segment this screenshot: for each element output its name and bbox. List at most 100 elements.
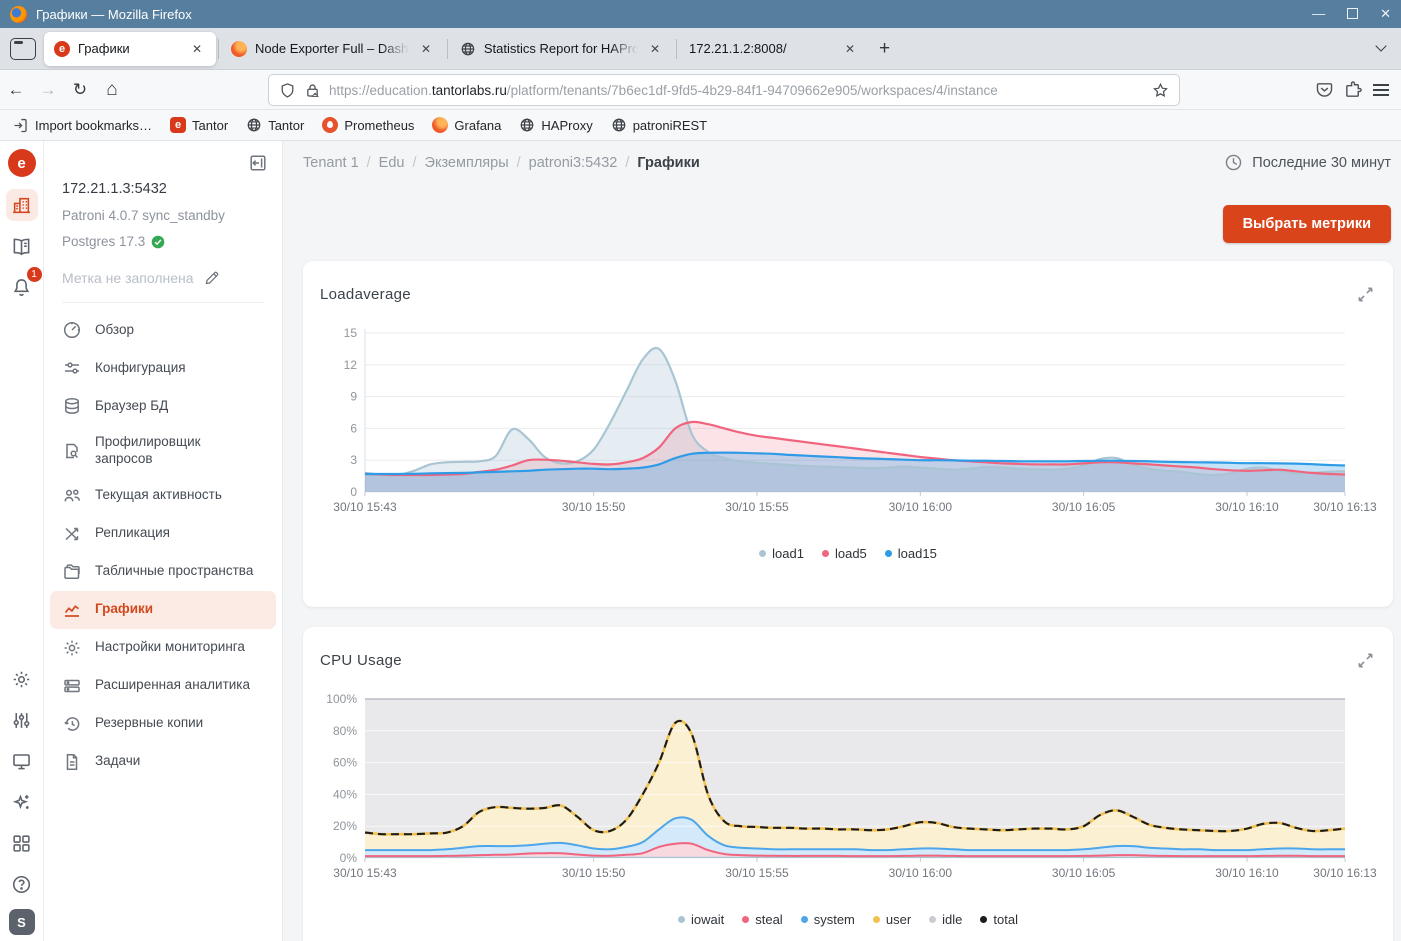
gear-icon (11, 669, 32, 690)
bookmark-tantor-2[interactable]: Tantor (246, 117, 304, 133)
bookmark-haproxy[interactable]: HAProxy (519, 117, 592, 133)
instance-label-placeholder[interactable]: Метка не заполнена (62, 269, 264, 286)
sidebar-item-tasks[interactable]: Задачи (50, 743, 276, 781)
close-tab-icon[interactable]: ✕ (417, 40, 435, 58)
sidebar-item-overview[interactable]: Обзор (50, 311, 276, 349)
sidebar-item-db-browser[interactable]: Браузер БД (50, 387, 276, 425)
cpu-usage-legend: iowait steal system user idle total (303, 912, 1393, 927)
new-tab-button[interactable]: + (869, 38, 900, 60)
legend-item-load15[interactable]: load15 (885, 546, 937, 561)
tab-patroni-rest[interactable]: 172.21.1.2:8008/ ✕ (679, 32, 869, 66)
gear-icon (62, 638, 82, 658)
firefox-view-icon[interactable] (10, 38, 36, 60)
status-ok-icon (151, 235, 165, 249)
extensions-puzzle-icon[interactable] (1344, 80, 1363, 99)
rail-item-help[interactable] (6, 868, 38, 900)
notifications-badge: 1 (27, 267, 42, 282)
legend-label: user (886, 912, 911, 927)
lock-icon[interactable] (304, 82, 321, 99)
legend-item-user[interactable]: user (873, 912, 911, 927)
rail-item-notifications[interactable]: 1 (6, 271, 38, 303)
collapse-sidebar-icon[interactable] (248, 153, 268, 178)
expand-chart-icon[interactable] (1356, 651, 1375, 675)
tab-node-exporter[interactable]: Node Exporter Full – Dashb ✕ (221, 32, 445, 66)
legend-item-total[interactable]: total (980, 912, 1018, 927)
replication-arrows-icon (62, 524, 82, 544)
sidebar-item-current-activity[interactable]: Текущая активность (50, 477, 276, 515)
legend-item-system[interactable]: system (801, 912, 855, 927)
minimize-button[interactable]: — (1312, 0, 1325, 28)
rail-item-assistant[interactable] (6, 786, 38, 818)
user-avatar[interactable]: S (9, 909, 35, 935)
tantor-logo-icon[interactable]: e (8, 149, 36, 177)
svg-text:30/10 16:00: 30/10 16:00 (889, 500, 953, 514)
sidebar-item-tablespaces[interactable]: Табличные пространства (50, 553, 276, 591)
pocket-icon[interactable] (1315, 80, 1334, 99)
legend-label: idle (942, 912, 962, 927)
home-icon[interactable]: ⌂ (96, 75, 128, 105)
tab-haproxy-stats[interactable]: Statistics Report for HAPro ✕ (450, 32, 674, 66)
legend-dot (759, 550, 766, 557)
breadcrumb-link[interactable]: Экземпляры (425, 155, 509, 171)
legend-item-load1[interactable]: load1 (759, 546, 804, 561)
svg-text:30/10 16:10: 30/10 16:10 (1215, 500, 1279, 514)
back-icon[interactable]: ← (0, 75, 32, 105)
sidebar-item-advanced-analytics[interactable]: Расширенная аналитика (50, 667, 276, 705)
address-bar[interactable]: https://education.tantorlabs.ru/platform… (268, 74, 1180, 106)
bookmark-tantor[interactable]: eTantor (170, 117, 228, 133)
patroni-version: Patroni 4.0.7 sync_standby (62, 208, 264, 223)
close-tab-icon[interactable]: ✕ (188, 40, 206, 58)
navigation-toolbar: ← → ↻ ⌂ https://education.tantorlabs.ru/… (0, 70, 1401, 110)
svg-text:20%: 20% (333, 819, 357, 833)
legend-item-steal[interactable]: steal (742, 912, 782, 927)
url-text: https://education.tantorlabs.ru/platform… (329, 83, 1144, 98)
bookmarks-bar: Import bookmarks… eTantor Tantor Prometh… (0, 110, 1401, 141)
sidebar-item-charts[interactable]: Графики (50, 591, 276, 629)
svg-text:30/10 15:43: 30/10 15:43 (333, 500, 397, 514)
close-tab-icon[interactable]: ✕ (646, 40, 664, 58)
rail-item-monitor[interactable] (6, 745, 38, 777)
tab-grafiki[interactable]: e Графики ✕ (44, 32, 216, 66)
svg-text:30/10 16:13: 30/10 16:13 (1313, 500, 1377, 514)
breadcrumb-link[interactable]: Edu (379, 155, 405, 171)
sidebar-item-backups[interactable]: Резервные копии (50, 705, 276, 743)
close-tab-icon[interactable]: ✕ (841, 40, 859, 58)
legend-item-load5[interactable]: load5 (822, 546, 867, 561)
sidebar-item-replication[interactable]: Репликация (50, 515, 276, 553)
loadaverage-chart: 0369121530/10 15:4330/10 15:5030/10 15:5… (319, 317, 1377, 522)
breadcrumb-link[interactable]: patroni3:5432 (529, 155, 618, 171)
bookmark-prometheus[interactable]: Prometheus (322, 117, 414, 133)
list-all-tabs-icon[interactable] (1377, 40, 1385, 58)
forward-icon[interactable]: → (32, 75, 64, 105)
bookmark-grafana[interactable]: Grafana (432, 117, 501, 133)
svg-text:3: 3 (350, 453, 357, 467)
expand-chart-icon[interactable] (1356, 285, 1375, 309)
select-metrics-button[interactable]: Выбрать метрики (1223, 205, 1391, 243)
time-range-selector[interactable]: Последние 30 минут (1224, 153, 1391, 172)
legend-item-iowait[interactable]: iowait (678, 912, 724, 927)
sidebar-item-monitoring-settings[interactable]: Настройки мониторинга (50, 629, 276, 667)
bookmark-star-icon[interactable] (1152, 82, 1169, 99)
line-chart-icon (62, 600, 82, 620)
rail-item-settings[interactable] (6, 663, 38, 695)
bookmark-patronirest[interactable]: patroniREST (611, 117, 707, 133)
maximize-button[interactable] (1347, 8, 1358, 19)
close-window-button[interactable]: ✕ (1380, 0, 1391, 28)
config-sliders-icon (62, 358, 82, 378)
rail-item-preferences[interactable] (6, 704, 38, 736)
bookmark-import[interactable]: Import bookmarks… (12, 117, 152, 134)
reload-icon[interactable]: ↻ (64, 75, 96, 105)
shield-icon[interactable] (279, 82, 296, 99)
book-icon (11, 236, 32, 257)
rows-icon (62, 676, 82, 696)
menu-hamburger-icon[interactable] (1373, 84, 1389, 96)
svg-text:30/10 16:13: 30/10 16:13 (1313, 866, 1377, 880)
rail-item-docs[interactable] (6, 230, 38, 262)
breadcrumb-link[interactable]: Tenant 1 (303, 155, 359, 171)
rail-item-apps[interactable] (6, 827, 38, 859)
sidebar-item-configuration[interactable]: Конфигурация (50, 349, 276, 387)
legend-dot (822, 550, 829, 557)
rail-item-instances[interactable] (6, 189, 38, 221)
legend-item-idle[interactable]: idle (929, 912, 962, 927)
sidebar-item-query-profiler[interactable]: Профилировщик запросов (50, 425, 276, 477)
